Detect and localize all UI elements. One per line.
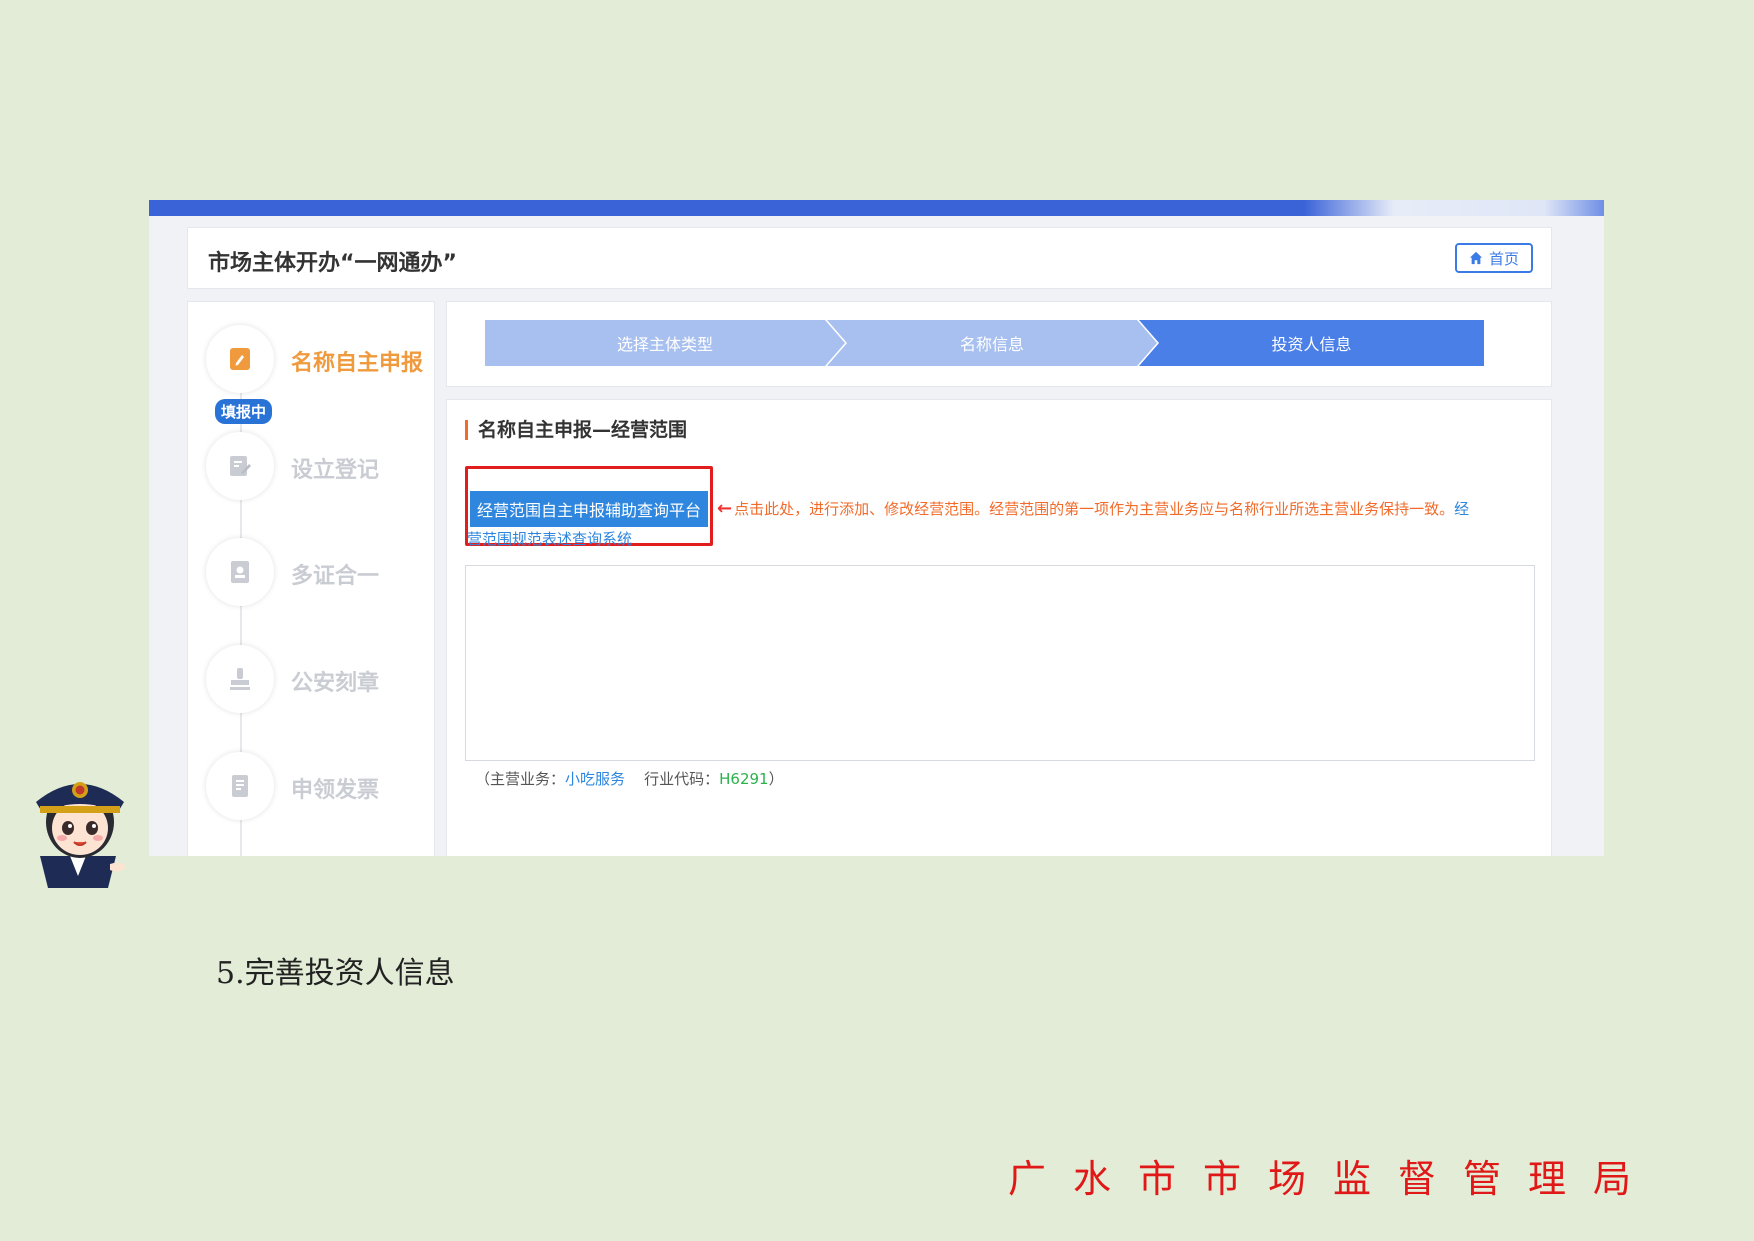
hint-body: 点击此处，进行添加、修改经营范围。经营范围的第一项作为主营业务应与名称行业所选主… — [734, 500, 1455, 518]
app-header: 市场主体开办“一网通办” 首页 — [187, 227, 1552, 289]
home-icon — [1469, 251, 1483, 265]
main-business-label: （主营业务： — [475, 770, 566, 788]
sidebar-item-label: 名称自主申报 — [291, 351, 424, 376]
edit-note-icon — [206, 325, 274, 393]
industry-code-label: 行业代码： — [644, 770, 720, 788]
sidebar-item-invoice[interactable]: 申领发票 — [206, 752, 436, 822]
sidebar-item-police-seal[interactable]: 公安刻章 — [206, 645, 436, 715]
sidebar-item-label: 公安刻章 — [291, 671, 380, 696]
step-label: 选择主体类型 — [616, 335, 713, 354]
screenshot-frame: 市场主体开办“一网通办” 首页 名称自主申报 填报中 设立登记 多证合一 公安刻… — [149, 200, 1604, 856]
status-badge: 填报中 — [215, 399, 273, 424]
business-scope-platform-button[interactable]: 经营范围自主申报辅助查询平台 — [470, 491, 708, 527]
step-choose-entity-type[interactable]: 选择主体类型 — [485, 320, 845, 366]
close-paren: ） — [768, 770, 784, 788]
sidebar-item-label: 设立登记 — [291, 458, 380, 483]
certificate-icon — [206, 538, 274, 606]
sidebar-item-label: 申领发票 — [291, 778, 380, 803]
sidebar-item-establishment[interactable]: 设立登记 — [206, 432, 436, 502]
step-label: 投资人信息 — [1271, 335, 1352, 354]
sidebar-item-multi-cert[interactable]: 多证合一 — [206, 538, 436, 608]
arrow-left-icon: ← — [717, 498, 733, 519]
seal-icon — [206, 645, 274, 713]
footer-organization: 广水市市场监督管理局 — [1008, 1157, 1659, 1201]
scope-query-link-start[interactable]: 经 — [1454, 500, 1469, 518]
sidebar-item-name-declaration[interactable]: 名称自主申报 — [206, 325, 436, 395]
step-label: 名称信息 — [959, 335, 1024, 354]
main-business-info: （主营业务：小吃服务 行业代码：H6291） — [475, 768, 784, 789]
main-content: 名称自主申报—经营范围 经营范围自主申报辅助查询平台 ← 点击此处，进行添加、修改… — [446, 399, 1552, 856]
sidebar-item-label: 多证合一 — [291, 564, 380, 589]
business-scope-textarea[interactable] — [465, 565, 1535, 761]
scope-query-link[interactable]: 营范围规范表述查询系统 — [467, 528, 632, 549]
invoice-icon — [206, 752, 274, 820]
step-name-info[interactable]: 名称信息 — [827, 320, 1157, 366]
register-icon — [206, 432, 274, 500]
home-button-label: 首页 — [1488, 249, 1519, 268]
hint-text: ← 点击此处，进行添加、修改经营范围。经营范围的第一项作为主营业务应与名称行业所选… — [717, 498, 1469, 519]
section-title: 名称自主申报—经营范围 — [465, 420, 687, 440]
top-banner — [149, 200, 1604, 216]
app-title: 市场主体开办“一网通办” — [208, 251, 457, 276]
main-business-value: 小吃服务 — [565, 770, 626, 788]
sidebar: 名称自主申报 填报中 设立登记 多证合一 公安刻章 申领发票 — [187, 301, 435, 856]
step-investor-info[interactable]: 投资人信息 — [1139, 320, 1484, 366]
step-caption: 5.完善投资人信息 — [216, 956, 455, 991]
officer-mascot-illustration — [36, 782, 126, 888]
progress-steps: 选择主体类型 名称信息 投资人信息 — [446, 301, 1552, 387]
industry-code-value: H6291 — [719, 770, 769, 788]
home-button[interactable]: 首页 — [1455, 243, 1533, 273]
